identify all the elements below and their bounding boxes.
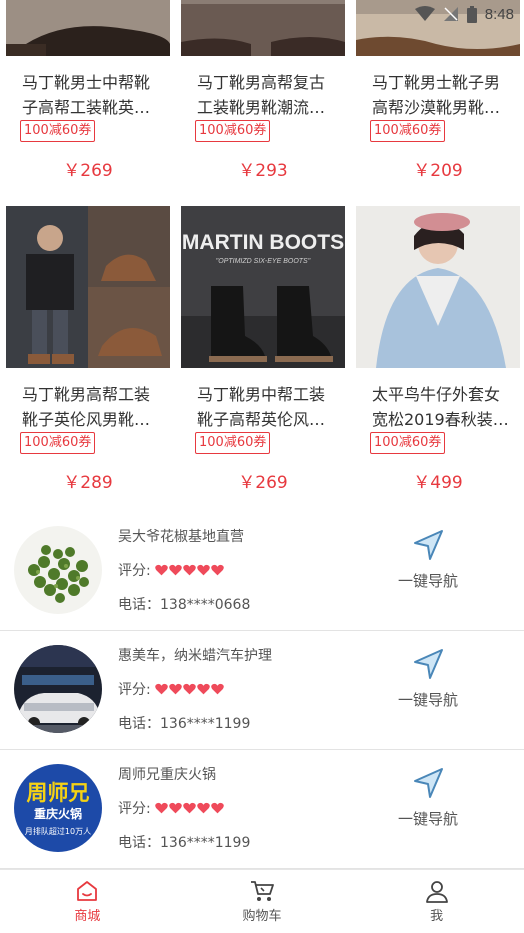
rating-label: 评分: (118, 563, 151, 579)
heart-icon (196, 802, 210, 814)
heart-icon (210, 683, 224, 695)
product-image: MARTIN BOOTS "OPTIMIZD SIX-EYE BOOTS" (181, 206, 345, 368)
heart-icon (210, 802, 224, 814)
navigation-arrow-icon (414, 530, 443, 560)
product-card[interactable]: 马丁靴男士靴子男 高帮沙漠靴男靴… 100减60券 ￥209 (356, 0, 520, 206)
coupon-badge: 100减60券 (370, 432, 446, 454)
navigate-button[interactable]: 一键导航 (386, 766, 470, 856)
navigate-button[interactable]: 一键导航 (386, 647, 470, 737)
shop-phone: 电话：138****0668 (118, 597, 251, 613)
shop-name: 吴大爷花椒基地直营 (118, 529, 244, 545)
product-card[interactable]: 马丁靴男高帮复古 工装靴男靴潮流… 100减60券 ￥293 (181, 0, 345, 206)
svg-text:周师兄: 周师兄 (27, 781, 90, 805)
product-price: ￥209 (413, 161, 463, 181)
wifi-icon (414, 6, 435, 21)
coupon-badge: 100减60券 (195, 120, 271, 142)
navigation-arrow-icon (414, 649, 443, 679)
no-signal-icon (443, 7, 458, 21)
product-title: 马丁靴男中帮工装 靴子高帮英伦风… (197, 385, 326, 429)
heart-icon (182, 564, 196, 576)
shop-phone: 电话：136****1199 (118, 716, 251, 732)
heart-icon (154, 802, 168, 814)
rating-hearts (154, 683, 224, 695)
navigate-button[interactable]: 一键导航 (386, 528, 470, 618)
product-price: ￥289 (63, 473, 113, 493)
heart-icon (154, 564, 168, 576)
product-title: 马丁靴男士靴子男 高帮沙漠靴男靴… (372, 73, 501, 117)
bottom-tab-bar: 商城 购物车 我 (0, 869, 524, 933)
status-bar: 8:48 (0, 0, 524, 28)
product-card[interactable]: MARTIN BOOTS "OPTIMIZD SIX-EYE BOOTS" 马丁… (181, 206, 345, 518)
rating-hearts (154, 564, 224, 576)
shop-item[interactable]: 吴大爷花椒基地直营 评分: 电话：138****0668 一键导航 (0, 512, 524, 631)
coupon-badge: 100减60券 (20, 120, 96, 142)
status-time: 8:48 (484, 5, 514, 23)
user-icon (425, 881, 448, 903)
heart-icon (154, 683, 168, 695)
shop-rating: 评分: (118, 798, 224, 818)
navigation-arrow-icon (414, 768, 443, 798)
shop-avatar (14, 645, 102, 733)
tab-label: 商城 (74, 909, 101, 924)
image-heading: MARTIN BOOTS (182, 231, 344, 254)
heart-icon (196, 564, 210, 576)
navigate-label: 一键导航 (397, 810, 458, 828)
shop-rating: 评分: (118, 560, 224, 580)
coupon-badge: 100减60券 (370, 120, 446, 142)
heart-icon (168, 564, 182, 576)
svg-text:重庆火锅: 重庆火锅 (34, 806, 82, 821)
product-image (356, 206, 520, 368)
product-price: ￥269 (63, 161, 113, 181)
rating-label: 评分: (118, 801, 151, 817)
product-price: ￥269 (238, 473, 288, 493)
product-title: 马丁靴男高帮复古 工装靴男靴潮流… (197, 73, 326, 117)
product-row: 马丁靴男士中帮靴 子高帮工装靴英… 100减60券 ￥269 马丁靴男高帮复古 … (0, 0, 524, 206)
shop-name: 惠美车，纳米蜡汽车护理 (118, 648, 272, 664)
heart-icon (182, 683, 196, 695)
rating-label: 评分: (118, 682, 151, 698)
heart-icon (168, 683, 182, 695)
shop-rating: 评分: (118, 679, 224, 699)
tab-mall[interactable]: 商城 (0, 870, 175, 933)
shop-item[interactable]: 周师兄 重庆火锅 月排队超过10万人 周师兄重庆火锅 评分: 电话：136***… (0, 750, 524, 869)
heart-icon (182, 802, 196, 814)
tab-label: 购物车 (242, 909, 282, 924)
coupon-badge: 100减60券 (195, 432, 271, 454)
product-image (6, 206, 170, 368)
shop-avatar (14, 526, 102, 614)
rating-hearts (154, 802, 224, 814)
heart-icon (210, 564, 224, 576)
battery-icon (466, 5, 477, 23)
product-card[interactable]: 马丁靴男士中帮靴 子高帮工装靴英… 100减60券 ￥269 (6, 0, 170, 206)
product-card[interactable]: 太平鸟牛仔外套女 宽松2019春秋装… 100减60券 ￥499 (356, 206, 520, 518)
product-row: 马丁靴男高帮工装 靴子英伦风男靴… 100减60券 ￥289 MARTIN BO… (0, 206, 524, 518)
heart-icon (196, 683, 210, 695)
heart-icon (168, 802, 182, 814)
product-price: ￥499 (413, 473, 463, 493)
product-title: 马丁靴男高帮工装 靴子英伦风男靴… (22, 385, 151, 429)
product-title: 马丁靴男士中帮靴 子高帮工装靴英… (22, 73, 151, 117)
home-icon (77, 881, 98, 901)
image-subheading: "OPTIMIZD SIX-EYE BOOTS" (216, 258, 311, 265)
svg-text:月排队超过10万人: 月排队超过10万人 (25, 826, 91, 836)
shop-name: 周师兄重庆火锅 (118, 767, 216, 783)
tab-cart[interactable]: 购物车 (175, 870, 350, 933)
tab-me[interactable]: 我 (349, 870, 524, 933)
tab-label: 我 (430, 909, 444, 924)
product-title: 太平鸟牛仔外套女 宽松2019春秋装… (372, 385, 509, 429)
coupon-badge: 100减60券 (20, 432, 96, 454)
shop-phone: 电话：136****1199 (118, 835, 251, 851)
shop-item[interactable]: 惠美车，纳米蜡汽车护理 评分: 电话：136****1199 一键导航 (0, 631, 524, 750)
cart-icon (251, 881, 274, 901)
product-card[interactable]: 马丁靴男高帮工装 靴子英伦风男靴… 100减60券 ￥289 (6, 206, 170, 518)
navigate-label: 一键导航 (397, 572, 458, 590)
product-price: ￥293 (238, 161, 288, 181)
navigate-label: 一键导航 (397, 691, 458, 709)
shop-avatar: 周师兄 重庆火锅 月排队超过10万人 (14, 764, 102, 852)
